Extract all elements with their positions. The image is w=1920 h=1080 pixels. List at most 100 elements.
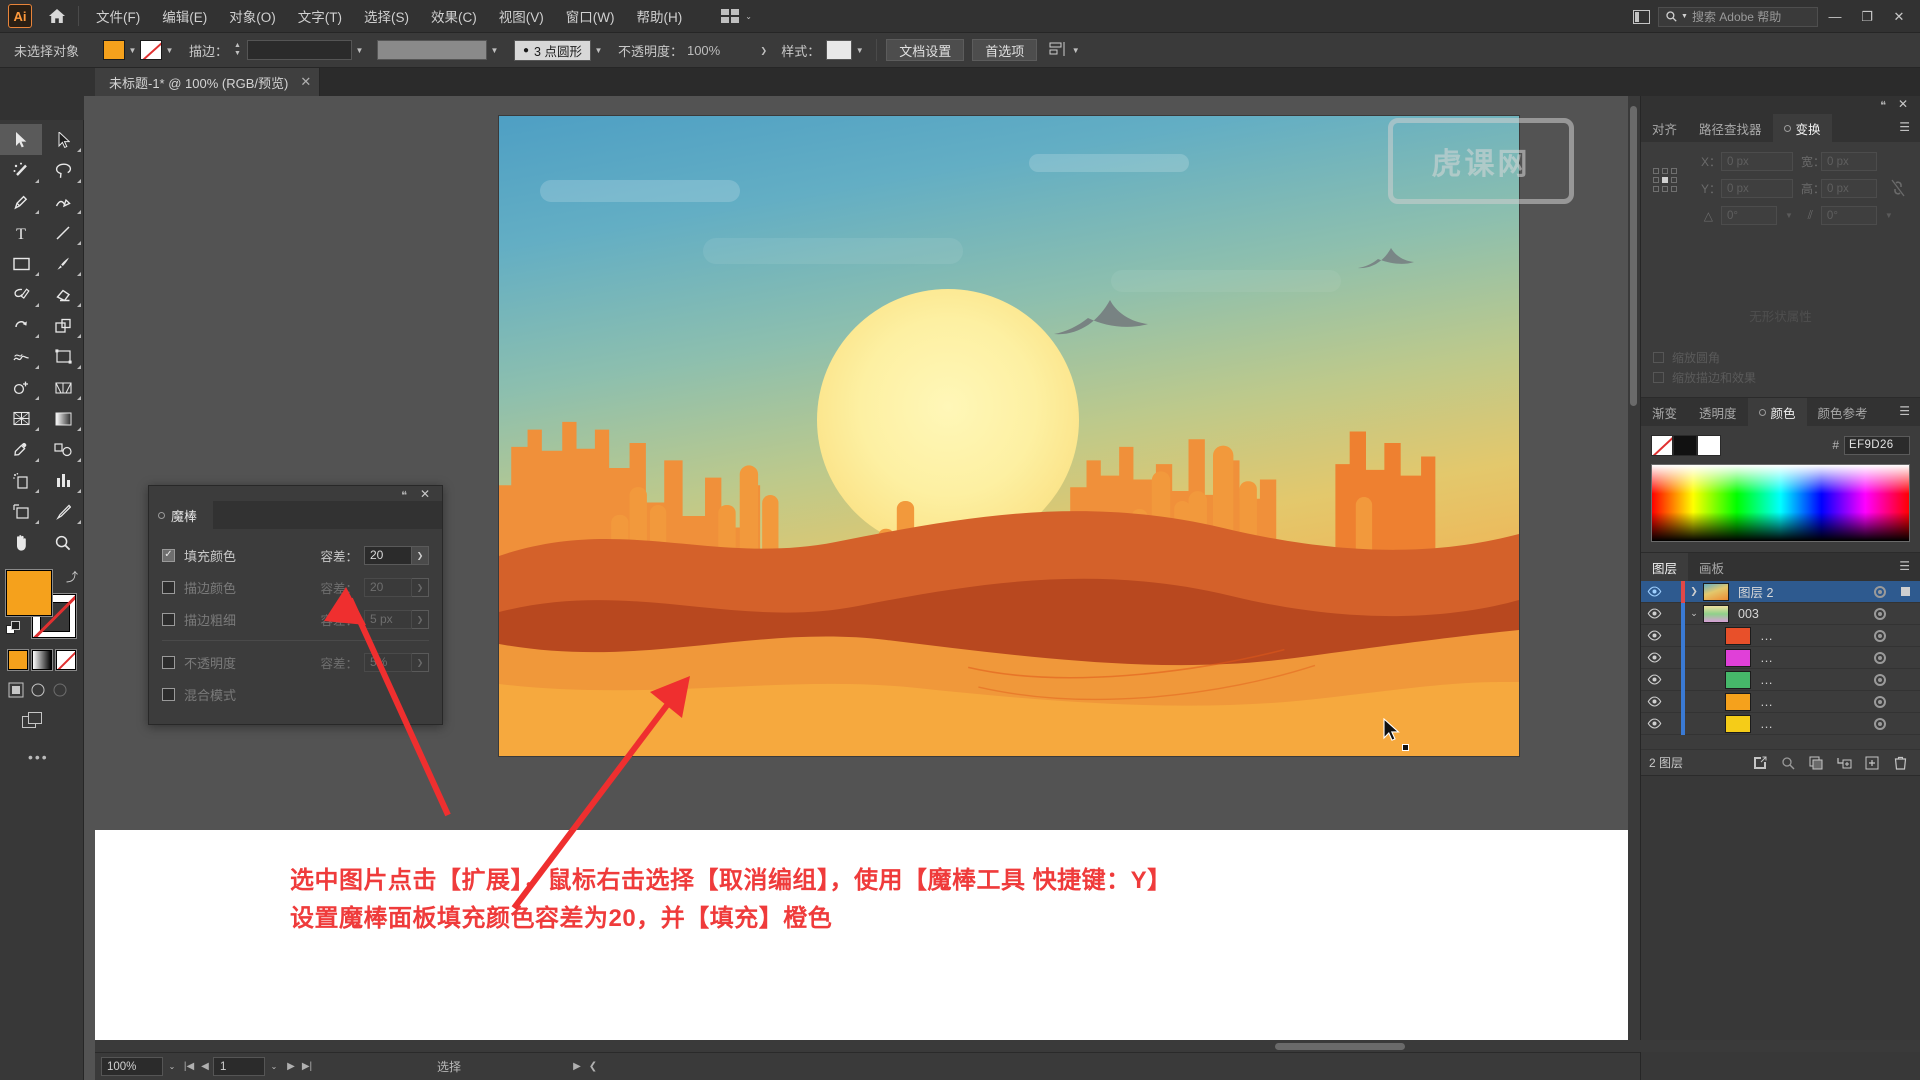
- layer-name[interactable]: 003: [1738, 607, 1920, 621]
- status-info-text[interactable]: 选择: [329, 1057, 569, 1076]
- reference-point-selector[interactable]: [1653, 168, 1677, 192]
- width-tool[interactable]: [0, 341, 42, 372]
- tab-layers[interactable]: 图层: [1641, 553, 1689, 581]
- expand-layer-icon[interactable]: ❯: [1685, 586, 1703, 597]
- status-info-chevron-icon[interactable]: ▶: [569, 1061, 585, 1072]
- first-artboard-button[interactable]: |◀: [181, 1061, 197, 1072]
- target-indicator[interactable]: [1874, 585, 1886, 598]
- visibility-icon[interactable]: [1641, 586, 1667, 597]
- zoom-tool[interactable]: [42, 527, 84, 558]
- fill-chevron-icon[interactable]: ▼: [125, 40, 140, 60]
- create-new-layer-icon[interactable]: [1858, 750, 1886, 776]
- tab-align[interactable]: 对齐: [1641, 114, 1688, 142]
- menu-effect[interactable]: 效果(C): [420, 1, 488, 31]
- layer-name[interactable]: …: [1760, 694, 1920, 709]
- menu-type[interactable]: 文字(T): [287, 1, 353, 31]
- link-broken-icon[interactable]: [1890, 178, 1906, 203]
- eraser-tool[interactable]: [42, 279, 84, 310]
- shape-builder-tool[interactable]: [0, 372, 42, 403]
- checkbox-fill-color[interactable]: ✓: [162, 548, 175, 562]
- stroke-color-swatch[interactable]: [140, 40, 163, 60]
- menu-edit[interactable]: 编辑(E): [151, 1, 218, 31]
- target-indicator[interactable]: [1874, 695, 1886, 708]
- panel-collapse-icon[interactable]: ❝: [1880, 99, 1886, 112]
- toolbar-fill-swatch[interactable]: [6, 570, 52, 616]
- mesh-tool[interactable]: [0, 403, 42, 434]
- black-swatch[interactable]: [1673, 434, 1697, 456]
- width-profile-chevron-icon[interactable]: ▼: [487, 40, 502, 60]
- minimize-button[interactable]: —: [1820, 5, 1850, 29]
- eyedropper-tool[interactable]: [0, 434, 42, 465]
- swap-fill-stroke-icon[interactable]: ⤴: [66, 568, 78, 585]
- input-y[interactable]: 0 px: [1721, 179, 1793, 198]
- close-icon[interactable]: ✕: [1898, 97, 1908, 111]
- create-new-sublayer-icon[interactable]: [1830, 750, 1858, 776]
- fill-color-swatch[interactable]: [103, 40, 126, 60]
- white-swatch[interactable]: [1697, 434, 1721, 456]
- default-fill-stroke-icon[interactable]: [6, 621, 22, 640]
- close-icon[interactable]: ✕: [300, 74, 311, 90]
- angle-chevron-icon[interactable]: ▼: [1785, 211, 1793, 220]
- graphic-style-swatch[interactable]: [826, 40, 853, 60]
- panel-menu-icon[interactable]: ☰: [1899, 560, 1910, 572]
- zoom-chevron-icon[interactable]: ⌄: [163, 1057, 181, 1076]
- scrollbar-thumb[interactable]: [1275, 1043, 1405, 1050]
- color-spectrum-ramp[interactable]: [1651, 464, 1910, 542]
- more-tools-icon[interactable]: •••: [28, 749, 83, 765]
- home-icon[interactable]: [42, 0, 72, 33]
- shaper-tool[interactable]: [0, 279, 42, 310]
- artboard-number-input[interactable]: 1: [213, 1057, 265, 1076]
- zoom-level-input[interactable]: 100%: [101, 1057, 163, 1076]
- maximize-button[interactable]: ❐: [1852, 5, 1882, 29]
- next-artboard-button[interactable]: ▶: [283, 1061, 299, 1072]
- visibility-icon[interactable]: [1641, 696, 1667, 707]
- layer-row-sublayer[interactable]: …: [1641, 690, 1920, 713]
- expand-layer-icon[interactable]: ⌄: [1685, 608, 1703, 619]
- layer-name[interactable]: 图层 2: [1738, 582, 1920, 601]
- target-indicator[interactable]: [1874, 651, 1886, 664]
- draw-inside-icon[interactable]: [52, 682, 68, 698]
- status-info-collapse-icon[interactable]: ❮: [585, 1061, 601, 1072]
- scale-tool[interactable]: [42, 310, 84, 341]
- layer-row-sublayer[interactable]: …: [1641, 646, 1920, 669]
- selection-tool[interactable]: [0, 124, 42, 155]
- menu-select[interactable]: 选择(S): [353, 1, 420, 31]
- line-segment-tool[interactable]: [42, 217, 84, 248]
- scrollbar-thumb[interactable]: [1630, 106, 1637, 406]
- panel-menu-icon[interactable]: ☰: [1899, 405, 1910, 417]
- panel-drag-bar[interactable]: ❝ ✕: [149, 486, 442, 502]
- tab-transform[interactable]: 变换: [1772, 114, 1832, 142]
- color-mode-none-icon[interactable]: [56, 650, 76, 670]
- workspace-switcher[interactable]: ⌄: [715, 6, 758, 26]
- opacity-expand-icon[interactable]: ❯: [756, 40, 771, 60]
- visibility-icon[interactable]: [1641, 608, 1667, 619]
- color-mode-gradient-icon[interactable]: [32, 650, 52, 670]
- target-indicator[interactable]: [1874, 629, 1886, 642]
- checkbox-opacity[interactable]: [162, 655, 175, 669]
- canvas-vertical-scrollbar[interactable]: [1628, 96, 1640, 1040]
- tab-artboards[interactable]: 画板: [1688, 553, 1735, 581]
- input-height[interactable]: 0 px: [1821, 179, 1877, 198]
- layer-name[interactable]: …: [1760, 672, 1920, 687]
- tab-magic-wand[interactable]: 魔棒: [149, 501, 214, 529]
- checkbox-stroke-color[interactable]: [162, 580, 175, 594]
- layer-row-sublayer[interactable]: …: [1641, 624, 1920, 647]
- color-mode-flat-icon[interactable]: [8, 650, 28, 670]
- perspective-grid-tool[interactable]: [42, 372, 84, 403]
- make-clipping-mask-icon[interactable]: [1802, 750, 1830, 776]
- screen-mode-icon[interactable]: [22, 712, 83, 733]
- layer-name[interactable]: …: [1760, 628, 1920, 643]
- checkbox-scale-corners[interactable]: [1653, 351, 1664, 363]
- option-scale-strokes-effects[interactable]: 缩放描边和效果: [1653, 367, 1908, 387]
- menu-object[interactable]: 对象(O): [218, 1, 287, 31]
- checkbox-scale-strokes-effects[interactable]: [1653, 371, 1664, 383]
- rectangle-tool[interactable]: [0, 248, 42, 279]
- close-icon[interactable]: ✕: [420, 487, 430, 501]
- target-indicator[interactable]: [1874, 717, 1886, 730]
- shear-chevron-icon[interactable]: ▼: [1885, 211, 1893, 220]
- stroke-chevron-icon[interactable]: ▼: [162, 40, 177, 60]
- paintbrush-tool[interactable]: [42, 248, 84, 279]
- panel-collapse-icon[interactable]: ❝: [401, 489, 408, 502]
- visibility-icon[interactable]: [1641, 630, 1667, 641]
- arrange-documents-icon[interactable]: [1630, 8, 1652, 26]
